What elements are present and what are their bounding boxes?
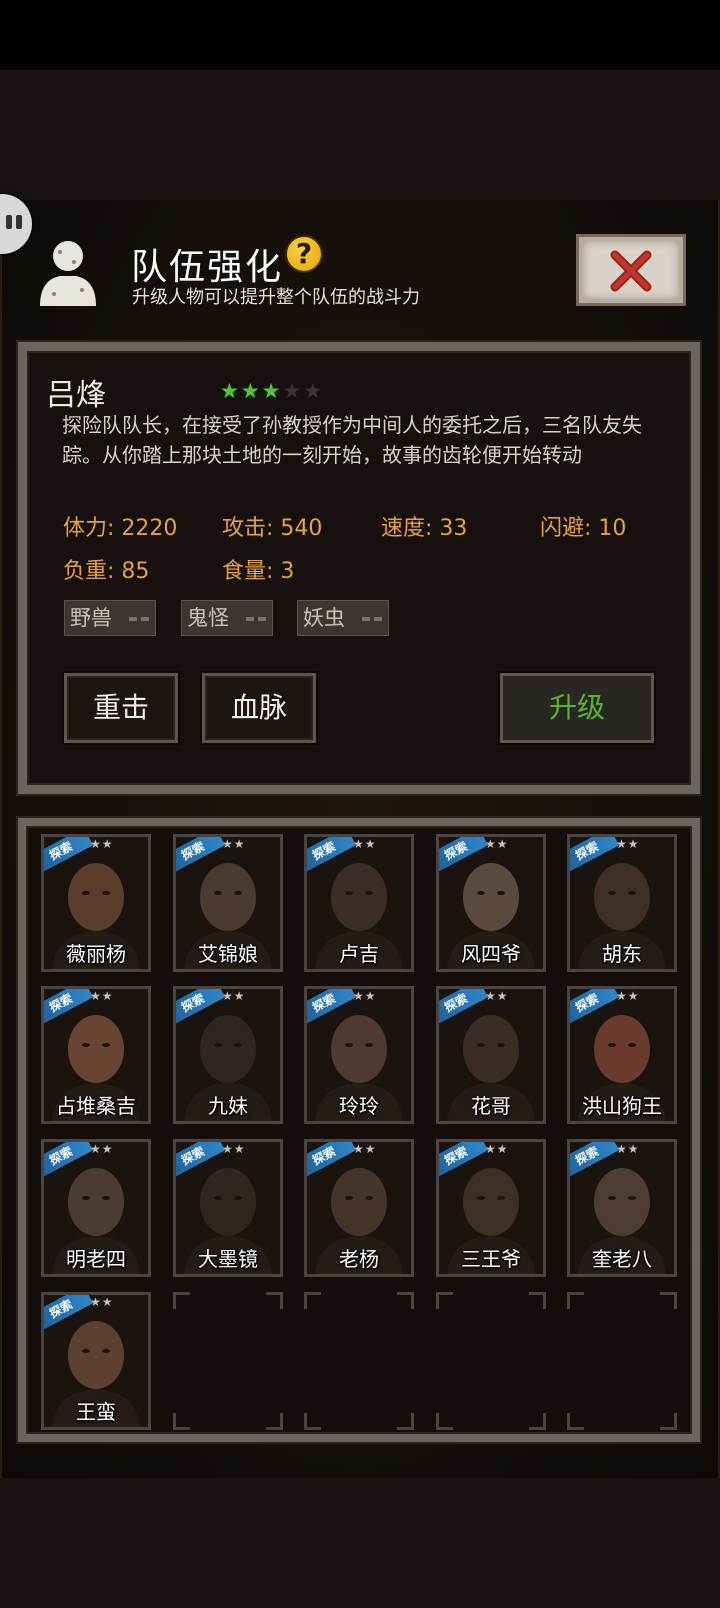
tag-dots	[129, 617, 149, 621]
hero-card[interactable]: 探索 ★★ 九妹	[173, 986, 283, 1124]
hero-card-name: 玲玲	[339, 1094, 379, 1118]
hero-mini-stars: ★★	[353, 1142, 377, 1156]
star-icon: ★	[303, 379, 323, 403]
hero-card-name: 老杨	[339, 1247, 379, 1271]
hero-card[interactable]: 探索 ★★ 风四爷	[436, 834, 546, 972]
hero-mini-stars: ★★	[222, 1142, 246, 1156]
close-x-icon	[610, 250, 652, 292]
hero-card[interactable]: 探索 ★★ 艾锦娘	[173, 834, 283, 972]
hero-card[interactable]: 探索 ★★ 老杨	[304, 1139, 414, 1277]
star-icon: ★	[282, 379, 302, 403]
stat-attack: 攻击: 540	[222, 516, 323, 541]
hero-card[interactable]: 探索 ★★ 明老四	[41, 1139, 151, 1277]
hero-mini-stars: ★★	[485, 989, 509, 1003]
hero-card[interactable]: 探索 ★★ 奎老八	[567, 1139, 677, 1277]
hero-mini-stars: ★★	[222, 989, 246, 1003]
status-bar	[0, 0, 720, 70]
hero-card[interactable]: 探索 ★★ 占堆桑吉	[41, 986, 151, 1124]
star-icon: ★	[220, 379, 239, 403]
hero-card[interactable]: 探索 ★★ 花哥	[436, 986, 546, 1124]
tag-dots	[362, 617, 382, 621]
hero-card-name: 风四爷	[461, 942, 521, 966]
hero-star-rating: ★ ★ ★ ★ ★	[220, 381, 322, 402]
hero-card-name: 奎老八	[592, 1247, 652, 1271]
hero-mini-stars: ★★	[616, 837, 640, 851]
stat-load: 负重: 85	[63, 559, 150, 584]
hero-card[interactable]: 探索 ★★ 洪山狗王	[567, 986, 677, 1124]
hero-name: 吕烽	[46, 378, 106, 413]
hero-mini-stars: ★★	[616, 989, 640, 1003]
hero-mini-stars: ★★	[222, 837, 246, 851]
skill-heavy-strike-button[interactable]: 重击	[64, 673, 178, 743]
hero-card-name: 艾锦娘	[198, 942, 258, 966]
hero-mini-stars: ★★	[485, 1142, 509, 1156]
star-icon: ★	[261, 379, 281, 403]
hero-mini-stars: ★★	[90, 989, 114, 1003]
star-icon: ★	[240, 379, 260, 403]
navigation-bar	[0, 1478, 720, 1608]
skill-bloodline-button[interactable]: 血脉	[202, 673, 316, 743]
hero-card[interactable]: 探索 ★★ 薇丽杨	[41, 834, 151, 972]
hero-card-name: 胡东	[602, 942, 642, 966]
hero-card-name: 薇丽杨	[66, 942, 126, 966]
hero-card[interactable]: 探索 ★★ 胡东	[567, 834, 677, 972]
empty-hero-slot	[304, 1292, 414, 1430]
hero-card-name: 九妹	[208, 1094, 248, 1118]
stat-speed: 速度: 33	[381, 516, 468, 541]
hero-mini-stars: ★★	[353, 989, 377, 1003]
hero-mini-stars: ★★	[90, 1142, 114, 1156]
tag-dots	[246, 617, 266, 621]
hero-card-name: 明老四	[66, 1247, 126, 1271]
upgrade-button[interactable]: 升级	[500, 673, 654, 743]
hero-mini-stars: ★★	[353, 837, 377, 851]
hero-card-name: 王蛮	[76, 1400, 116, 1424]
tag-beast: 野兽	[64, 600, 156, 636]
tag-ghost: 鬼怪	[181, 600, 273, 636]
eye-icon	[16, 215, 22, 229]
tag-insect: 妖虫	[297, 600, 389, 636]
hero-card[interactable]: 探索 ★★ 王蛮	[41, 1292, 151, 1430]
hero-card[interactable]: 探索 ★★ 三王爷	[436, 1139, 546, 1277]
tag-label: 鬼怪	[187, 606, 229, 630]
help-icon[interactable]: ?	[285, 235, 323, 273]
stat-dodge: 闪避: 10	[540, 516, 627, 541]
eye-icon	[6, 215, 12, 229]
hero-card-name: 大墨镜	[198, 1247, 258, 1271]
empty-hero-slot	[173, 1292, 283, 1430]
hero-card[interactable]: 探索 ★★ 大墨镜	[173, 1139, 283, 1277]
stat-hp: 体力: 2220	[63, 516, 178, 541]
hero-mini-stars: ★★	[90, 1295, 114, 1309]
empty-hero-slot	[567, 1292, 677, 1430]
hero-card-name: 卢吉	[339, 942, 379, 966]
empty-hero-slot	[436, 1292, 546, 1430]
hero-mini-stars: ★★	[90, 837, 114, 851]
hero-card[interactable]: 探索 ★★ 卢吉	[304, 834, 414, 972]
hero-card-name: 占堆桑吉	[56, 1094, 136, 1118]
hero-card-name: 花哥	[471, 1094, 511, 1118]
hero-mini-stars: ★★	[616, 1142, 640, 1156]
hero-card[interactable]: 探索 ★★ 玲玲	[304, 986, 414, 1124]
tag-label: 妖虫	[303, 606, 345, 630]
panel-subtitle: 升级人物可以提升整个队伍的战斗力	[132, 287, 420, 308]
hero-mini-stars: ★★	[485, 837, 509, 851]
person-silhouette-icon	[40, 241, 96, 306]
stat-food: 食量: 3	[222, 559, 295, 584]
close-button[interactable]	[576, 234, 686, 306]
tag-label: 野兽	[70, 606, 112, 630]
hero-card-name: 洪山狗王	[582, 1094, 662, 1118]
hero-card-name: 三王爷	[461, 1247, 521, 1271]
hero-description: 探险队队长，在接受了孙教授作为中间人的委托之后，三名队友失踪。从你踏上那块土地的…	[62, 413, 642, 467]
